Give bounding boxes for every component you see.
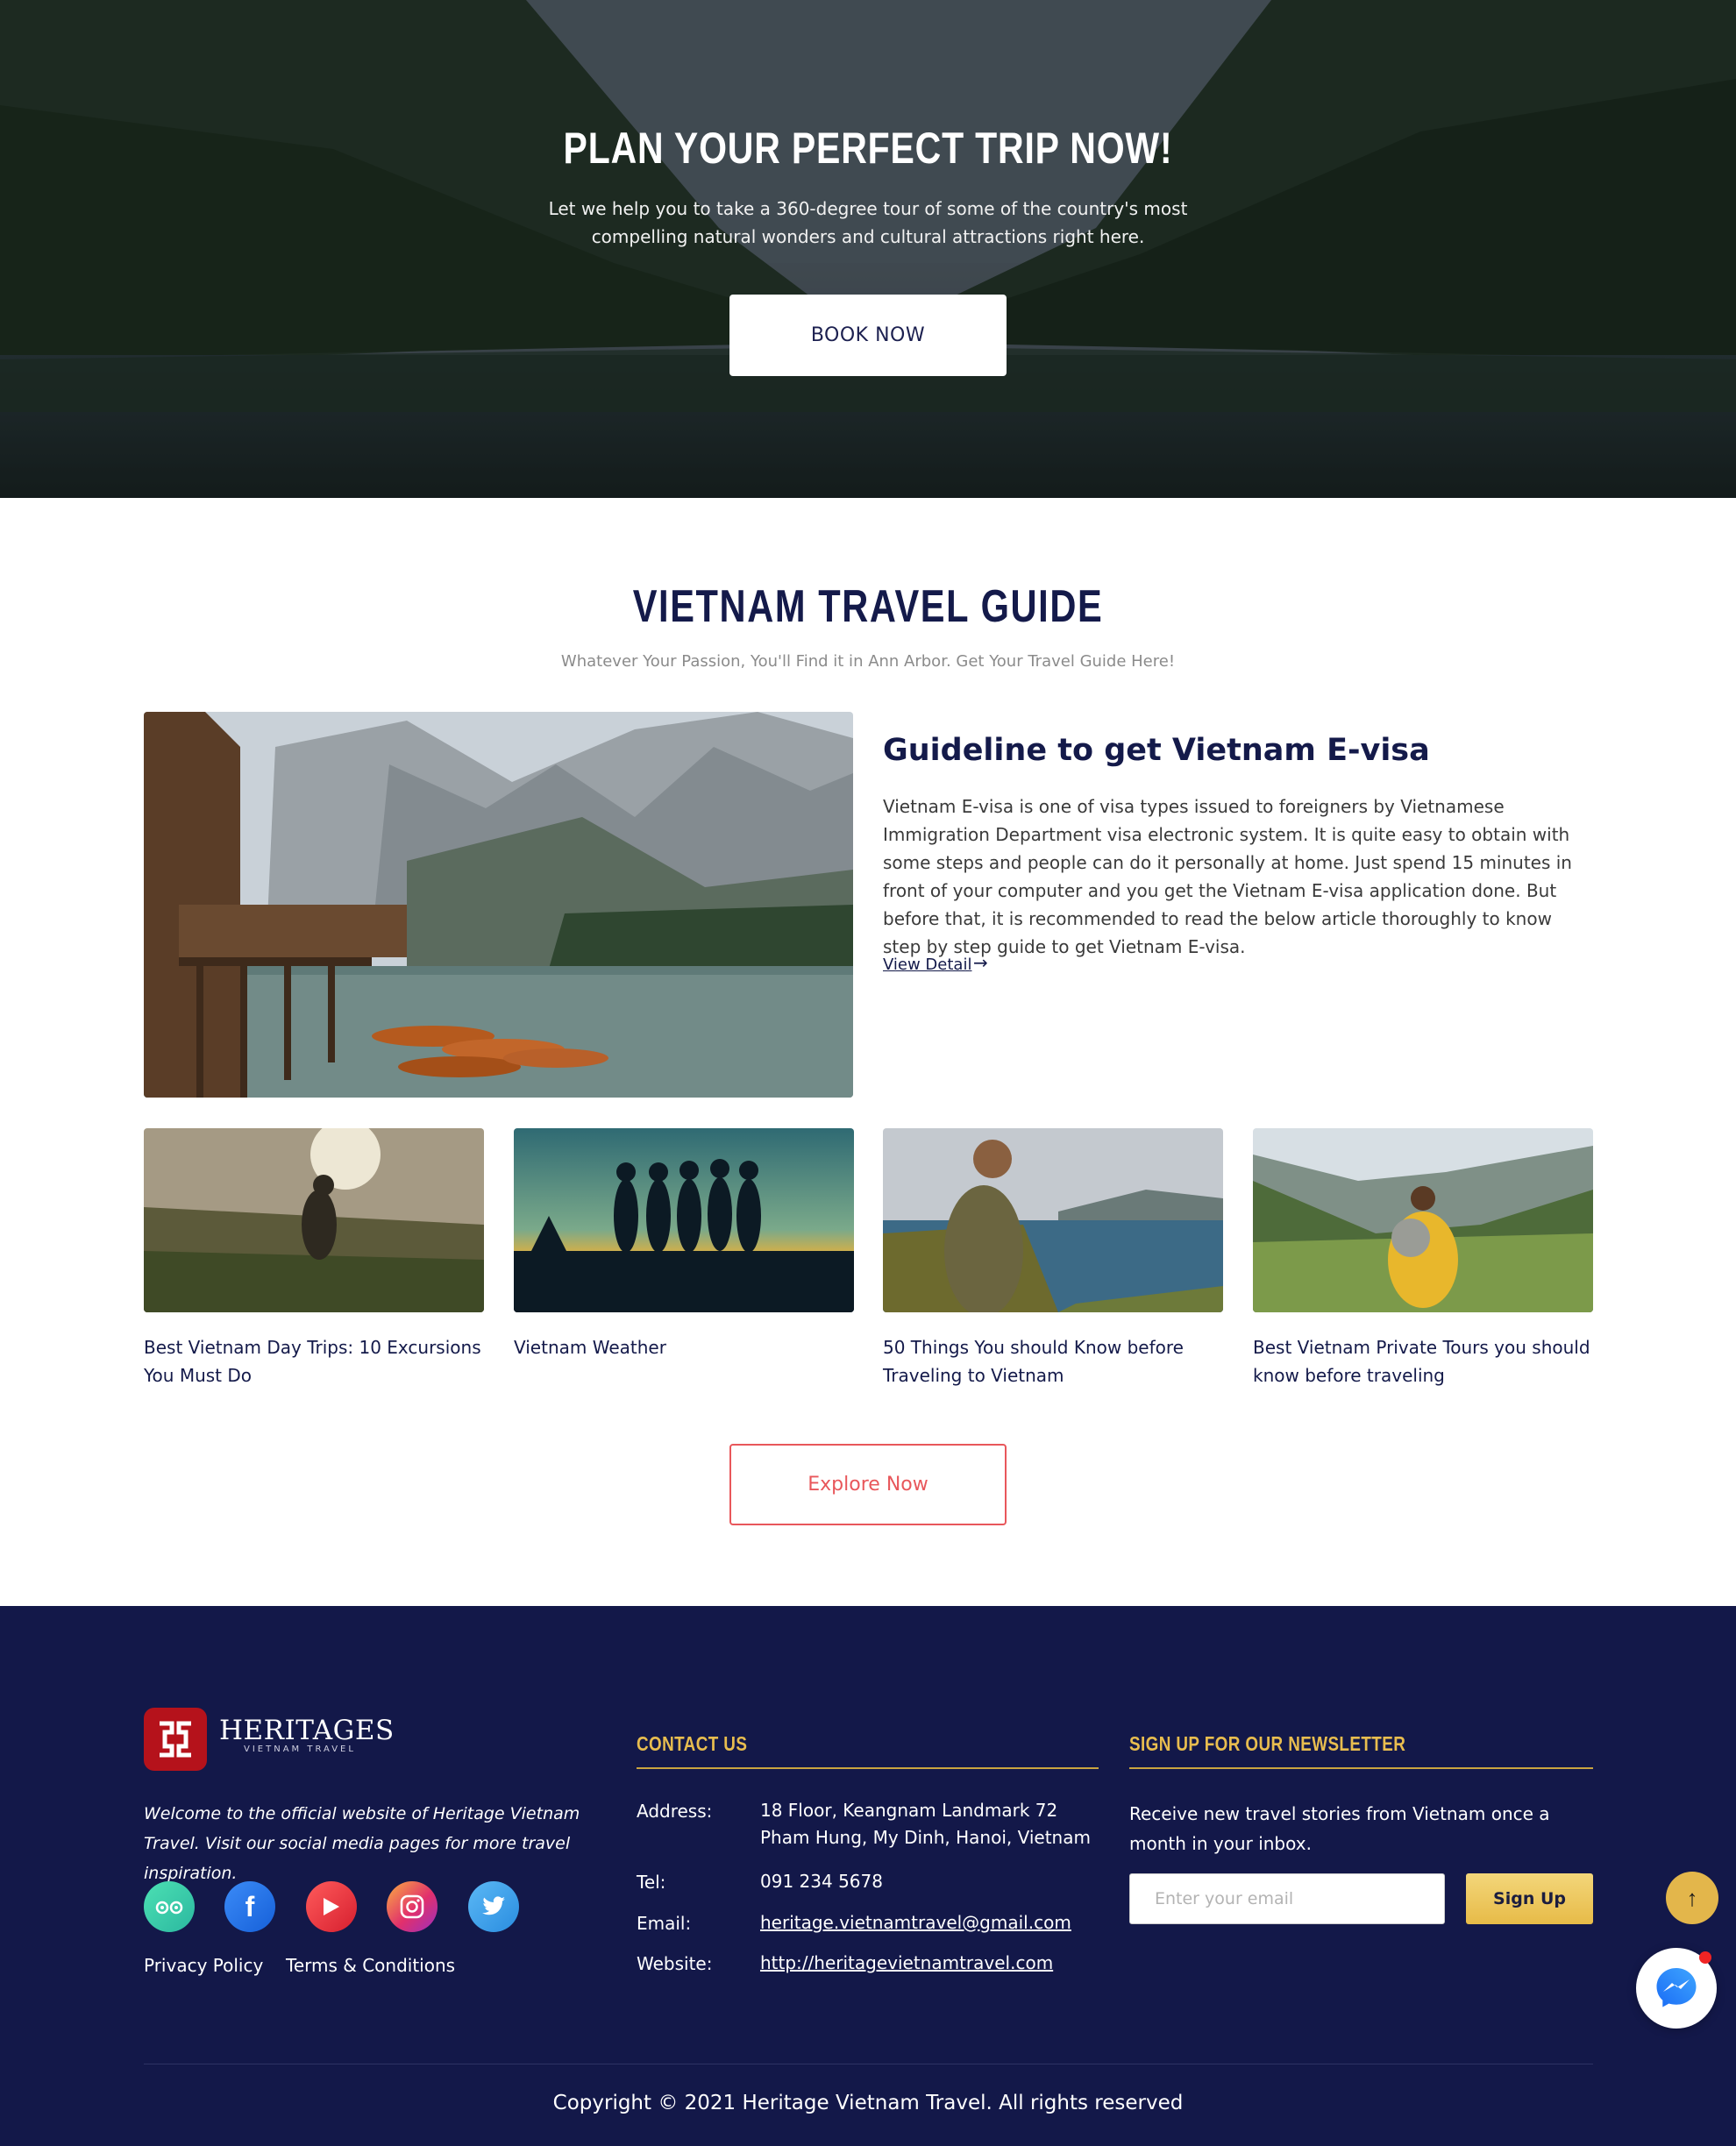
guide-card-title[interactable]: 50 Things You should Know before Traveli… bbox=[883, 1333, 1223, 1389]
back-to-top-button[interactable]: ↑ bbox=[1666, 1872, 1718, 1924]
arrow-right-icon[interactable]: → bbox=[973, 952, 988, 973]
tripadvisor-icon[interactable] bbox=[144, 1881, 195, 1932]
twitter-icon[interactable] bbox=[468, 1881, 519, 1932]
copyright-text: Copyright © 2021 Heritage Vietnam Travel… bbox=[552, 2092, 1184, 2114]
hero-banner: PLAN YOUR PERFECT TRIP NOW! Let we help … bbox=[0, 0, 1736, 498]
guide-card-title[interactable]: Best Vietnam Day Trips: 10 Excursions Yo… bbox=[144, 1333, 484, 1389]
address-line-2: Pham Hung, My Dinh, Hanoi, Vietnam bbox=[760, 1827, 1091, 1848]
guide-card-title[interactable]: Vietnam Weather bbox=[514, 1333, 854, 1361]
guide-card[interactable]: Vietnam Weather bbox=[514, 1128, 854, 1361]
newsletter-heading: SIGN UP FOR OUR NEWSLETTER bbox=[1129, 1732, 1406, 1755]
footer-intro-text: Welcome to the official website of Herit… bbox=[144, 1804, 580, 1883]
address-line-1: 18 Floor, Keangnam Landmark 72 bbox=[760, 1800, 1058, 1821]
guide-card[interactable]: Best Vietnam Private Tours you should kn… bbox=[1253, 1128, 1593, 1389]
email-label: Email: bbox=[637, 1913, 692, 1934]
guide-card-title[interactable]: Best Vietnam Private Tours you should kn… bbox=[1253, 1333, 1593, 1389]
contact-heading: CONTACT US bbox=[637, 1732, 748, 1755]
facebook-icon[interactable]: f bbox=[224, 1881, 275, 1932]
newsletter-email-input[interactable] bbox=[1129, 1873, 1445, 1924]
guide-section-subtitle: Whatever Your Passion, You'll Find it in… bbox=[560, 652, 1176, 671]
featured-article-text: Vietnam E-visa is one of visa types issu… bbox=[883, 796, 1572, 957]
email-link[interactable]: heritage.vietnamtravel@gmail.com bbox=[760, 1909, 1071, 1936]
address-label: Address: bbox=[637, 1801, 713, 1822]
tel-value[interactable]: 091 234 5678 bbox=[760, 1868, 883, 1895]
guide-card-image[interactable] bbox=[144, 1128, 484, 1312]
terms-conditions-link[interactable]: Terms & Conditions bbox=[286, 1955, 455, 1976]
logo-emblem bbox=[160, 1721, 191, 1758]
woman-coast-photo bbox=[883, 1128, 1223, 1312]
view-detail-link[interactable]: View Detail bbox=[883, 956, 971, 974]
explore-now-button[interactable]: Explore Now bbox=[729, 1444, 1007, 1525]
featured-article-title[interactable]: Guideline to get Vietnam E-visa bbox=[883, 733, 1430, 768]
brand-name[interactable]: HERITAGES bbox=[219, 1715, 395, 1746]
friends-silhouette-photo bbox=[514, 1128, 854, 1312]
mountain-lake-photo bbox=[144, 712, 853, 1098]
backpacker-valley-photo bbox=[1253, 1128, 1593, 1312]
guide-card-image[interactable] bbox=[1253, 1128, 1593, 1312]
guide-card-image[interactable] bbox=[514, 1128, 854, 1312]
instagram-icon[interactable] bbox=[387, 1881, 438, 1932]
notification-dot bbox=[1699, 1951, 1711, 1964]
youtube-icon[interactable] bbox=[306, 1881, 357, 1932]
newsletter-text: Receive new travel stories from Vietnam … bbox=[1129, 1803, 1550, 1854]
messenger-icon bbox=[1656, 1968, 1697, 2007]
privacy-policy-link[interactable]: Privacy Policy bbox=[144, 1955, 263, 1976]
arrow-up-icon: ↑ bbox=[1686, 1884, 1698, 1911]
guide-card[interactable]: Best Vietnam Day Trips: 10 Excursions Yo… bbox=[144, 1128, 484, 1389]
book-now-button[interactable]: BOOK NOW bbox=[729, 295, 1007, 376]
guide-card[interactable]: 50 Things You should Know before Traveli… bbox=[883, 1128, 1223, 1389]
guide-section-title: VIETNAM TRAVEL GUIDE bbox=[632, 581, 1104, 632]
brand-tagline: VIETNAM TRAVEL bbox=[244, 1745, 356, 1754]
tel-label: Tel: bbox=[637, 1872, 666, 1893]
contact-divider bbox=[637, 1767, 1099, 1769]
featured-article-image[interactable] bbox=[144, 712, 853, 1098]
guide-card-image[interactable] bbox=[883, 1128, 1223, 1312]
sign-up-button[interactable]: Sign Up bbox=[1466, 1873, 1593, 1924]
heritages-logo-icon[interactable] bbox=[144, 1708, 207, 1771]
newsletter-divider bbox=[1129, 1767, 1593, 1769]
website-link[interactable]: http://heritagevietnamtravel.com bbox=[760, 1950, 1053, 1977]
hero-title: PLAN YOUR PERFECT TRIP NOW! bbox=[563, 124, 1173, 173]
website-label: Website: bbox=[637, 1953, 713, 1974]
hero-subtitle: Let we help you to take a 360-degree tou… bbox=[548, 198, 1188, 247]
hiker-sunrise-photo bbox=[144, 1128, 484, 1312]
